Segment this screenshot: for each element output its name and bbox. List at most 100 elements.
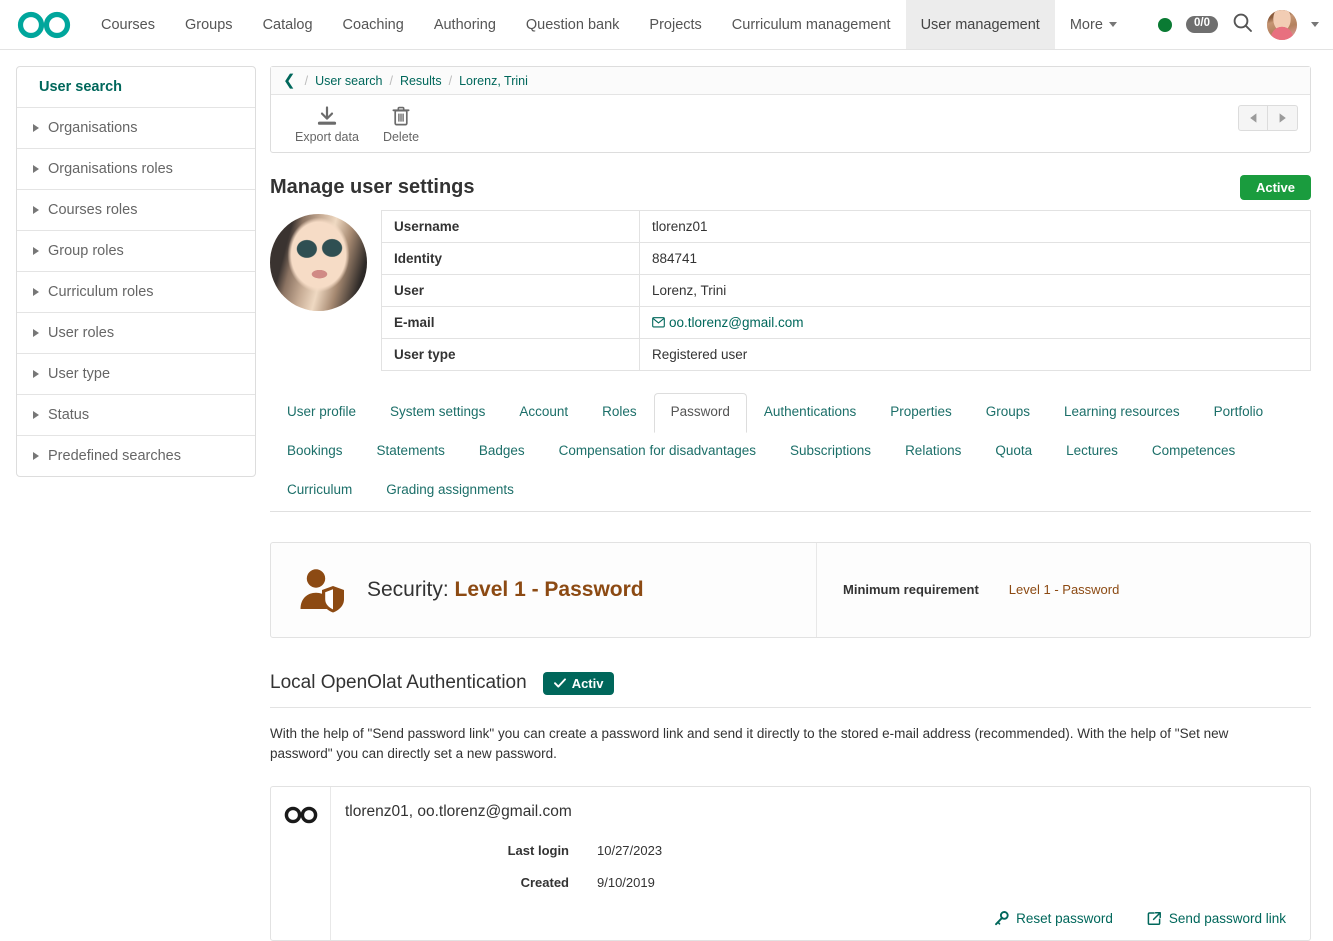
- header-actions: 0/0: [1158, 0, 1333, 49]
- sidebar-item-label: Courses roles: [48, 202, 137, 218]
- security-level-block: Security: Level 1 - Password: [271, 543, 817, 637]
- external-link-icon: [1147, 911, 1162, 926]
- table-row: E-mail oo.tlorenz@gmail.com: [382, 307, 1311, 339]
- sidebar-item-predefined-searches[interactable]: Predefined searches: [17, 436, 255, 476]
- page-title: Manage user settings: [270, 176, 475, 199]
- tab-quota[interactable]: Quota: [978, 432, 1049, 472]
- tab-user-profile[interactable]: User profile: [270, 393, 373, 433]
- nav-item-catalog[interactable]: Catalog: [248, 0, 328, 49]
- breadcrumb-item-user-search[interactable]: User search: [315, 74, 382, 88]
- sidebar-item-user-type[interactable]: User type: [17, 354, 255, 395]
- send-password-link-button[interactable]: Send password link: [1147, 911, 1286, 926]
- tab-label: Portfolio: [1214, 404, 1264, 419]
- task-count-badge[interactable]: 0/0: [1186, 16, 1218, 33]
- sidebar-item-user-roles[interactable]: User roles: [17, 313, 255, 354]
- sidebar-item-group-roles[interactable]: Group roles: [17, 231, 255, 272]
- tab-bookings[interactable]: Bookings: [270, 432, 360, 472]
- nav-item-projects[interactable]: Projects: [634, 0, 716, 49]
- nav-label: Curriculum management: [732, 17, 891, 33]
- user-portrait[interactable]: [270, 214, 367, 311]
- row-value-user: Lorenz, Trini: [640, 275, 1311, 307]
- tab-roles[interactable]: Roles: [585, 393, 654, 433]
- nav-item-more[interactable]: More: [1055, 0, 1132, 49]
- tab-label: User profile: [287, 404, 356, 419]
- online-status-icon: [1158, 18, 1172, 32]
- delete-button[interactable]: Delete: [371, 103, 431, 146]
- sidebar-item-user-search[interactable]: User search: [17, 67, 255, 108]
- chevron-down-icon: [1109, 22, 1117, 27]
- tab-properties[interactable]: Properties: [873, 393, 969, 433]
- table-row: Username tlorenz01: [382, 211, 1311, 243]
- top-navigation-bar: Courses Groups Catalog Coaching Authorin…: [0, 0, 1333, 50]
- sidebar-item-organisations[interactable]: Organisations: [17, 108, 255, 149]
- sidebar-item-label: User type: [48, 366, 110, 382]
- openolat-logo[interactable]: [0, 0, 86, 49]
- tab-statements[interactable]: Statements: [360, 432, 462, 472]
- sidebar-item-curriculum-roles[interactable]: Curriculum roles: [17, 272, 255, 313]
- email-link[interactable]: oo.tlorenz@gmail.com: [652, 315, 804, 330]
- nav-item-courses[interactable]: Courses: [86, 0, 170, 49]
- previous-user-button[interactable]: [1238, 105, 1268, 131]
- tab-badges[interactable]: Badges: [462, 432, 542, 472]
- sidebar-item-organisations-roles[interactable]: Organisations roles: [17, 149, 255, 190]
- nav-label: Coaching: [343, 17, 404, 33]
- reset-password-label: Reset password: [1016, 911, 1113, 926]
- tab-portfolio[interactable]: Portfolio: [1197, 393, 1281, 433]
- chevron-right-icon: [33, 124, 39, 132]
- tab-account[interactable]: Account: [502, 393, 585, 433]
- tab-label: Grading assignments: [386, 482, 514, 497]
- detail-label: Created: [345, 875, 597, 890]
- row-label-user: User: [382, 275, 640, 307]
- nav-item-question-bank[interactable]: Question bank: [511, 0, 635, 49]
- breadcrumb-item-current[interactable]: Lorenz, Trini: [459, 74, 528, 88]
- nav-item-user-management[interactable]: User management: [906, 0, 1055, 49]
- tab-password[interactable]: Password: [654, 393, 747, 433]
- search-icon[interactable]: [1232, 12, 1253, 38]
- sidebar-item-label: Group roles: [48, 243, 124, 259]
- chevron-down-icon[interactable]: [1311, 22, 1319, 27]
- reset-password-button[interactable]: Reset password: [994, 911, 1113, 926]
- tab-relations[interactable]: Relations: [888, 432, 978, 472]
- tab-authentications[interactable]: Authentications: [747, 393, 873, 433]
- authentication-card: tlorenz01, oo.tlorenz@gmail.com Last log…: [270, 786, 1311, 941]
- tab-grading-assignments[interactable]: Grading assignments: [369, 471, 531, 511]
- tab-subscriptions[interactable]: Subscriptions: [773, 432, 888, 472]
- tab-system-settings[interactable]: System settings: [373, 393, 502, 433]
- row-label-identity: Identity: [382, 243, 640, 275]
- tab-label: Curriculum: [287, 482, 352, 497]
- export-data-button[interactable]: Export data: [283, 103, 371, 146]
- nav-label: Groups: [185, 17, 233, 33]
- nav-item-coaching[interactable]: Coaching: [328, 0, 419, 49]
- tab-learning-resources[interactable]: Learning resources: [1047, 393, 1197, 433]
- nav-label: Question bank: [526, 17, 620, 33]
- tab-bar: User profile System settings Account Rol…: [270, 393, 1311, 512]
- back-button[interactable]: ❮: [283, 73, 296, 88]
- tab-curriculum[interactable]: Curriculum: [270, 471, 369, 511]
- tab-compensation-for-disadvantages[interactable]: Compensation for disadvantages: [542, 432, 773, 472]
- tab-groups[interactable]: Groups: [969, 393, 1047, 433]
- tab-lectures[interactable]: Lectures: [1049, 432, 1135, 472]
- tab-competences[interactable]: Competences: [1135, 432, 1252, 472]
- avatar[interactable]: [1267, 10, 1297, 40]
- toolbar-actions: Export data Delete: [271, 95, 1310, 152]
- nav-item-groups[interactable]: Groups: [170, 0, 248, 49]
- nav-item-authoring[interactable]: Authoring: [419, 0, 511, 49]
- chevron-right-icon: [33, 247, 39, 255]
- tab-label: Bookings: [287, 443, 343, 458]
- sidebar-item-status[interactable]: Status: [17, 395, 255, 436]
- nav-item-curriculum-management[interactable]: Curriculum management: [717, 0, 906, 49]
- auth-status-label: Activ: [572, 676, 604, 691]
- page-body: User search Organisations Organisations …: [0, 50, 1333, 941]
- page-header: Manage user settings Active: [270, 175, 1311, 200]
- chevron-right-icon: [33, 329, 39, 337]
- tab-label: Groups: [986, 404, 1030, 419]
- sidebar-item-label: Predefined searches: [48, 448, 181, 464]
- breadcrumb: ❮ / User search / Results / Lorenz, Trin…: [271, 67, 1310, 95]
- detail-value: 9/10/2019: [597, 875, 655, 890]
- nav-label: Catalog: [263, 17, 313, 33]
- tab-label: Relations: [905, 443, 961, 458]
- next-user-button[interactable]: [1268, 105, 1298, 131]
- sidebar-item-courses-roles[interactable]: Courses roles: [17, 190, 255, 231]
- tab-label: Learning resources: [1064, 404, 1180, 419]
- breadcrumb-item-results[interactable]: Results: [400, 74, 442, 88]
